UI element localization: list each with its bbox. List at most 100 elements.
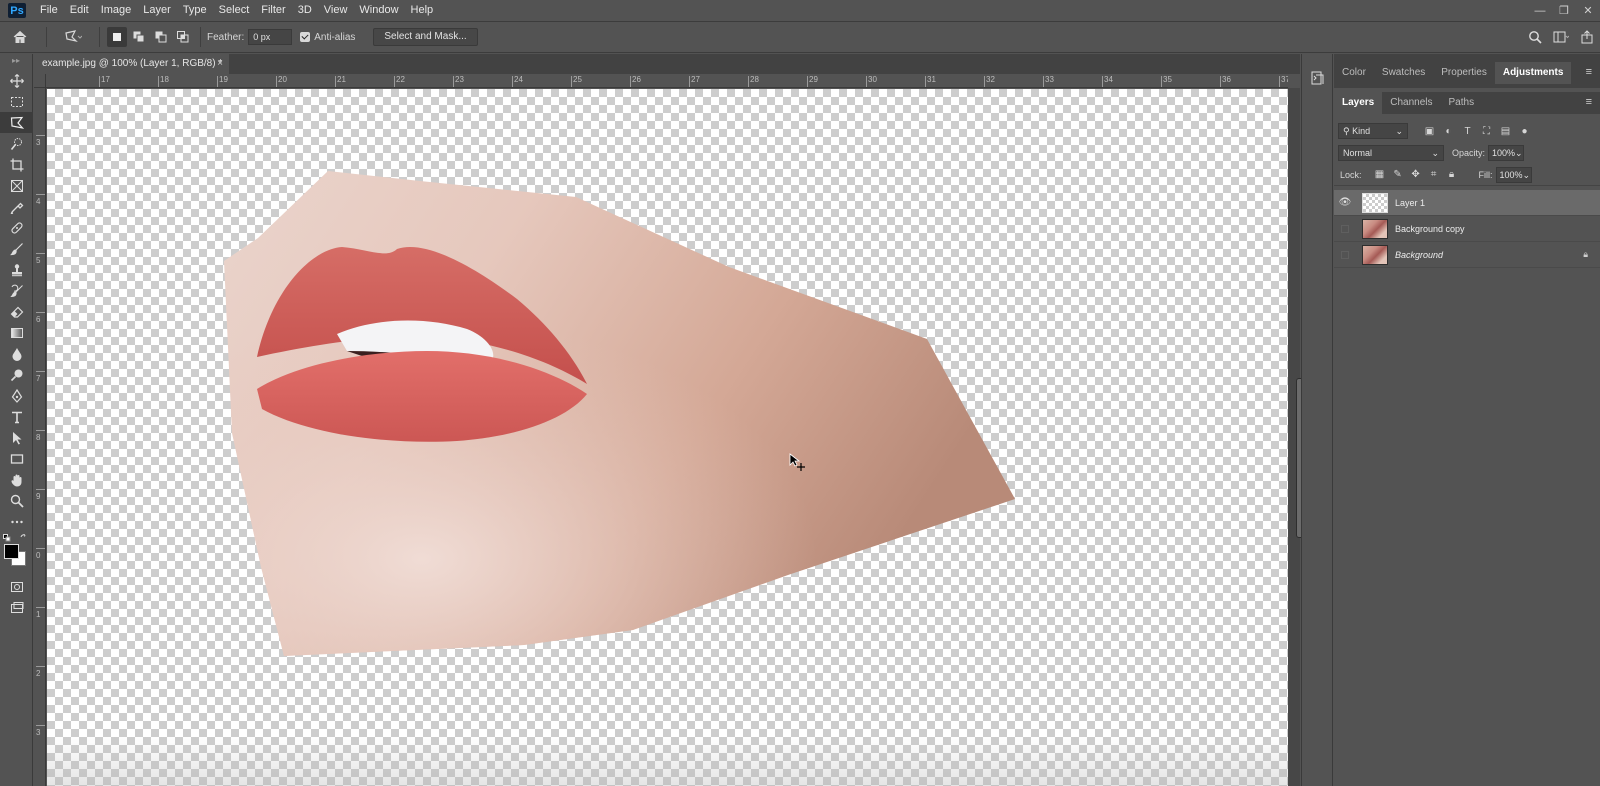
home-button[interactable] bbox=[0, 22, 40, 52]
menu-window[interactable]: Window bbox=[353, 0, 404, 21]
close-button[interactable]: ✕ bbox=[1576, 0, 1600, 21]
add-selection-icon bbox=[133, 31, 145, 43]
history-panel-button[interactable] bbox=[1302, 64, 1334, 92]
layer-row-background-copy[interactable]: Background copy bbox=[1334, 216, 1600, 242]
ruler-tick-label: 26 bbox=[632, 75, 641, 84]
opacity-input[interactable]: 100% ⌄ bbox=[1488, 145, 1525, 161]
menu-edit[interactable]: Edit bbox=[64, 0, 95, 21]
close-document-icon[interactable]: × bbox=[217, 54, 223, 74]
type-tool[interactable] bbox=[0, 406, 33, 427]
layers-menu-icon[interactable]: ≡ bbox=[1586, 96, 1592, 108]
vertical-scrollbar[interactable] bbox=[1288, 88, 1304, 786]
menu-type[interactable]: Type bbox=[177, 0, 213, 21]
blend-mode-select[interactable]: Normal ⌄ bbox=[1338, 145, 1444, 161]
path-selection-tool[interactable] bbox=[0, 427, 33, 448]
anti-alias-checkbox[interactable] bbox=[300, 32, 311, 42]
ruler-top[interactable]: 17 18 19 20 21 22 23 24 25 26 27 28 29 30 31 32 33 34 35 36… bbox=[46, 74, 1288, 88]
marquee-tool[interactable] bbox=[0, 91, 33, 112]
ruler-left[interactable]: 3 4 5 6 7 8 9 0 1 2 3 bbox=[34, 88, 46, 786]
swap-colors-icon[interactable] bbox=[20, 534, 28, 542]
quick-selection-tool[interactable] bbox=[0, 133, 33, 154]
workspace-button[interactable] bbox=[1548, 22, 1574, 52]
menu-select[interactable]: Select bbox=[213, 0, 256, 21]
menu-view[interactable]: View bbox=[318, 0, 354, 21]
tab-color[interactable]: Color bbox=[1334, 62, 1374, 84]
screen-mode-button[interactable] bbox=[0, 597, 33, 618]
tab-adjustments[interactable]: Adjustments bbox=[1494, 62, 1572, 84]
select-and-mask-button[interactable]: Select and Mask... bbox=[373, 28, 478, 46]
history-brush-icon bbox=[9, 284, 23, 297]
opacity-value: 100% bbox=[1492, 148, 1516, 158]
default-colors-icon[interactable] bbox=[3, 534, 11, 542]
gradient-tool[interactable] bbox=[0, 322, 33, 343]
panel-grip[interactable] bbox=[1334, 54, 1600, 62]
clone-stamp-tool[interactable] bbox=[0, 259, 33, 280]
document-tab[interactable]: example.jpg @ 100% (Layer 1, RGB/8) * × bbox=[34, 54, 229, 74]
tab-swatches[interactable]: Swatches bbox=[1374, 62, 1433, 84]
new-selection-button[interactable] bbox=[107, 27, 127, 47]
tab-channels[interactable]: Channels bbox=[1382, 92, 1440, 114]
quick-mask-button[interactable] bbox=[0, 576, 33, 597]
menu-file[interactable]: File bbox=[34, 0, 64, 21]
panel-grip[interactable]: ▸▸ bbox=[0, 54, 32, 70]
ruler-corner[interactable] bbox=[34, 74, 46, 88]
menu-layer[interactable]: Layer bbox=[137, 0, 177, 21]
frame-tool[interactable] bbox=[0, 175, 33, 196]
app-logo[interactable]: Ps bbox=[0, 0, 34, 21]
crop-tool[interactable] bbox=[0, 154, 33, 175]
ruler-tick-label: 7 bbox=[36, 374, 41, 383]
history-brush-tool[interactable] bbox=[0, 280, 33, 301]
pen-tool[interactable] bbox=[0, 385, 33, 406]
tab-layers[interactable]: Layers bbox=[1334, 92, 1383, 114]
menu-image[interactable]: Image bbox=[95, 0, 138, 21]
hand-tool[interactable] bbox=[0, 469, 33, 490]
adjustment-filter-icon[interactable]: ◐ bbox=[1439, 126, 1458, 137]
layer-row-background[interactable]: Background 🔒︎ bbox=[1334, 242, 1600, 268]
healing-brush-tool[interactable] bbox=[0, 217, 33, 238]
menu-3d[interactable]: 3D bbox=[292, 0, 318, 21]
shape-filter-icon[interactable]: ⛶ bbox=[1477, 126, 1496, 137]
rectangle-tool[interactable] bbox=[0, 448, 33, 469]
add-to-selection-button[interactable] bbox=[129, 27, 149, 47]
tab-properties[interactable]: Properties bbox=[1433, 62, 1495, 84]
zoom-tool[interactable] bbox=[0, 490, 33, 511]
minimize-button[interactable]: — bbox=[1528, 0, 1552, 21]
lock-image-icon[interactable]: ✎ bbox=[1389, 169, 1407, 180]
eye-icon[interactable]: 👁︎ bbox=[1334, 197, 1356, 208]
type-filter-icon[interactable]: T bbox=[1458, 126, 1477, 137]
subtract-from-selection-button[interactable] bbox=[151, 27, 171, 47]
visibility-toggle[interactable] bbox=[1334, 224, 1356, 233]
lock-transparent-icon[interactable]: ▦ bbox=[1371, 169, 1389, 180]
smart-object-filter-icon[interactable]: ▤ bbox=[1496, 126, 1515, 137]
lasso-tool[interactable] bbox=[0, 112, 33, 133]
lock-all-icon[interactable]: 🔒︎ bbox=[1443, 169, 1461, 180]
move-tool[interactable] bbox=[0, 70, 33, 91]
share-button[interactable] bbox=[1574, 22, 1600, 52]
restore-button[interactable]: ❐ bbox=[1552, 0, 1576, 21]
feather-input[interactable]: 0 px bbox=[248, 29, 293, 45]
pixel-filter-icon[interactable]: ▣ bbox=[1420, 126, 1439, 137]
edit-toolbar-button[interactable] bbox=[0, 511, 33, 532]
eyedropper-tool[interactable] bbox=[0, 196, 33, 217]
search-button[interactable] bbox=[1522, 22, 1548, 52]
visibility-toggle[interactable] bbox=[1334, 250, 1356, 259]
tab-paths[interactable]: Paths bbox=[1441, 92, 1483, 114]
menu-filter[interactable]: Filter bbox=[255, 0, 291, 21]
intersect-selection-button[interactable] bbox=[173, 27, 193, 47]
tool-preset-picker[interactable] bbox=[53, 22, 93, 52]
fill-input[interactable]: 100% ⌄ bbox=[1495, 166, 1532, 183]
brush-tool[interactable] bbox=[0, 238, 33, 259]
blur-tool[interactable] bbox=[0, 343, 33, 364]
canvas[interactable] bbox=[47, 89, 1288, 786]
eraser-tool[interactable] bbox=[0, 301, 33, 322]
layer-row-layer-1[interactable]: 👁︎ Layer 1 bbox=[1334, 190, 1600, 216]
kind-filter-select[interactable]: ⚲ Kind ⌄ bbox=[1338, 123, 1408, 139]
lock-position-icon[interactable]: ✥ bbox=[1407, 169, 1425, 180]
menu-help[interactable]: Help bbox=[405, 0, 440, 21]
filter-toggle-icon[interactable]: ● bbox=[1515, 126, 1534, 137]
foreground-color[interactable] bbox=[4, 544, 19, 559]
dodge-tool[interactable] bbox=[0, 364, 33, 385]
panel-menu-icon[interactable]: ≡ bbox=[1586, 66, 1592, 78]
ruler-tick-label: 2 bbox=[36, 669, 41, 678]
lock-artboard-icon[interactable]: ⌗ bbox=[1425, 169, 1443, 180]
